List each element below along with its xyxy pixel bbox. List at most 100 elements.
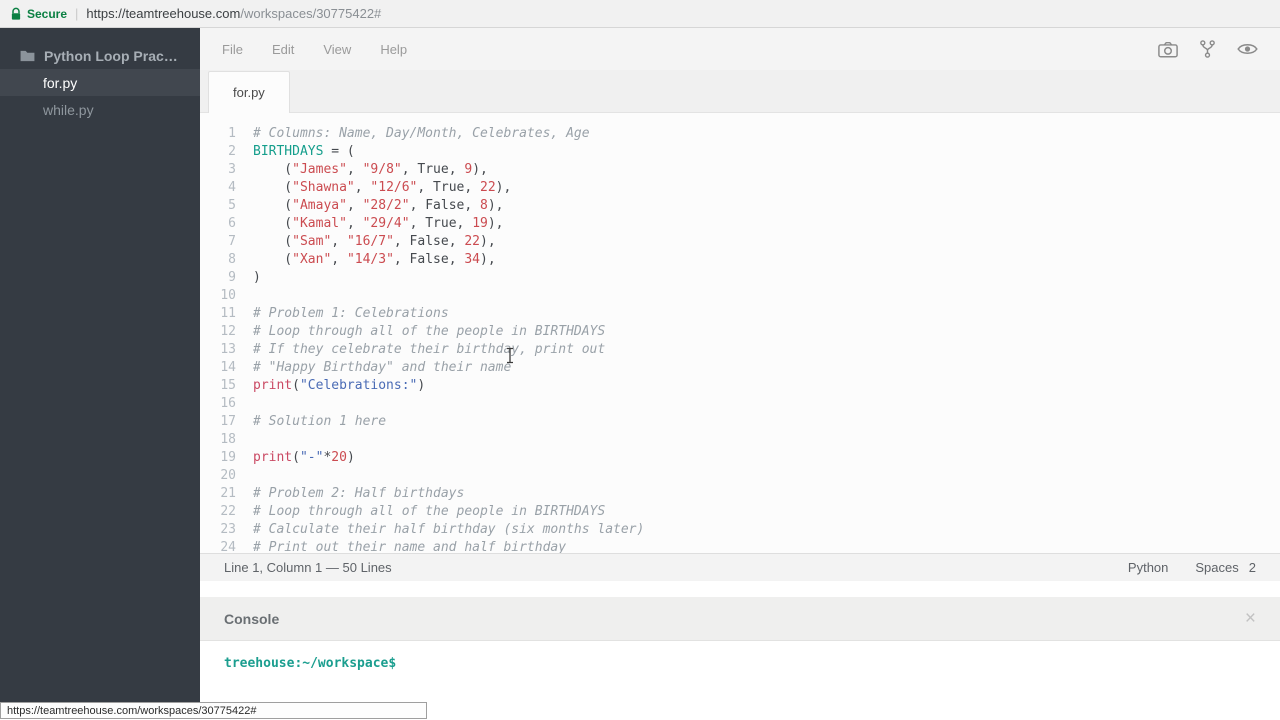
file-label: for.py — [43, 75, 77, 91]
line-number: 21 — [200, 485, 236, 503]
code-token: = ( — [323, 144, 354, 159]
code-token: , — [347, 198, 363, 213]
code-line[interactable]: 22# Loop through all of the people in BI… — [200, 503, 1280, 521]
code-token: 9 — [464, 162, 472, 177]
file-label: while.py — [43, 102, 94, 118]
code-token: ) — [253, 270, 261, 285]
code-line[interactable]: 11# Problem 1: Celebrations — [200, 305, 1280, 323]
tab-for-py[interactable]: for.py — [208, 71, 290, 113]
code-line[interactable]: 18 — [200, 431, 1280, 449]
code-line[interactable]: 5 ("Amaya", "28/2", False, 8), — [200, 197, 1280, 215]
code-token: "-" — [300, 450, 323, 465]
line-number: 2 — [200, 143, 236, 161]
url-path: /workspaces/30775422# — [240, 6, 381, 21]
sidebar-file-for-py[interactable]: for.py — [0, 69, 200, 96]
code-token: ), — [488, 198, 504, 213]
code-line[interactable]: 3 ("James", "9/8", True, 9), — [200, 161, 1280, 179]
status-link-preview: https://teamtreehouse.com/workspaces/307… — [0, 702, 427, 719]
line-number: 12 — [200, 323, 236, 341]
code-line[interactable]: 10 — [200, 287, 1280, 305]
snapshot-camera-icon[interactable] — [1158, 41, 1178, 58]
code-token: ), — [480, 234, 496, 249]
code-token: # If they celebrate their birthday, prin… — [253, 342, 605, 357]
code-line[interactable]: 2BIRTHDAYS = ( — [200, 143, 1280, 161]
cursor-position-status: Line 1, Column 1 — 50 Lines — [224, 560, 392, 575]
line-number: 1 — [200, 125, 236, 143]
code-line[interactable]: 7 ("Sam", "16/7", False, 22), — [200, 233, 1280, 251]
menu-file[interactable]: File — [222, 42, 243, 57]
code-token: ) — [347, 450, 355, 465]
tab-bar: for.py — [200, 70, 1280, 113]
code-text: ("Amaya", "28/2", False, 8), — [236, 197, 504, 215]
code-line[interactable]: 16 — [200, 395, 1280, 413]
language-selector[interactable]: Python — [1128, 560, 1168, 575]
sidebar-file-while-py[interactable]: while.py — [0, 96, 200, 123]
line-number: 18 — [200, 431, 236, 449]
code-line[interactable]: 19print("-"*20) — [200, 449, 1280, 467]
code-token: # Solution 1 here — [253, 414, 386, 429]
code-text: # Solution 1 here — [236, 413, 386, 431]
toolbar-icons — [1158, 40, 1258, 58]
fork-icon[interactable] — [1200, 40, 1215, 58]
code-token: ( — [253, 198, 292, 213]
code-token: 20 — [331, 450, 347, 465]
console-close-icon[interactable]: × — [1245, 609, 1256, 628]
code-line[interactable]: 15print("Celebrations:") — [200, 377, 1280, 395]
code-token: , — [347, 216, 363, 231]
console-header: Console × — [200, 597, 1280, 641]
code-text: # Loop through all of the people in BIRT… — [236, 503, 605, 521]
code-line[interactable]: 1# Columns: Name, Day/Month, Celebrates,… — [200, 125, 1280, 143]
code-line[interactable]: 14# "Happy Birthday" and their name — [200, 359, 1280, 377]
address-bar-divider: | — [75, 6, 78, 21]
spaces-label: Spaces — [1195, 560, 1238, 575]
code-text: # Loop through all of the people in BIRT… — [236, 323, 605, 341]
code-token: # Loop through all of the people in BIRT… — [253, 504, 605, 519]
menu-view[interactable]: View — [323, 42, 351, 57]
code-line[interactable]: 20 — [200, 467, 1280, 485]
code-token: , False, — [410, 198, 480, 213]
code-text: # Problem 2: Half birthdays — [236, 485, 464, 503]
code-text: # Columns: Name, Day/Month, Celebrates, … — [236, 125, 590, 143]
code-line[interactable]: 13# If they celebrate their birthday, pr… — [200, 341, 1280, 359]
code-line[interactable]: 23# Calculate their half birthday (six m… — [200, 521, 1280, 539]
code-text: # "Happy Birthday" and their name — [236, 359, 511, 377]
code-text: ("Xan", "14/3", False, 34), — [236, 251, 496, 269]
menu-bar: File Edit View Help — [200, 28, 1280, 70]
folder-icon — [20, 50, 35, 62]
url-text[interactable]: https://teamtreehouse.com/workspaces/307… — [86, 6, 381, 21]
line-number: 24 — [200, 539, 236, 553]
code-line[interactable]: 6 ("Kamal", "29/4", True, 19), — [200, 215, 1280, 233]
code-line[interactable]: 4 ("Shawna", "12/6", True, 22), — [200, 179, 1280, 197]
code-token: ), — [472, 162, 488, 177]
browser-address-bar[interactable]: Secure | https://teamtreehouse.com/works… — [0, 0, 1280, 28]
code-text: ("Sam", "16/7", False, 22), — [236, 233, 496, 251]
code-line[interactable]: 24# Print out their name and half birthd… — [200, 539, 1280, 553]
menu-edit[interactable]: Edit — [272, 42, 294, 57]
code-line[interactable]: 9) — [200, 269, 1280, 287]
code-line[interactable]: 8 ("Xan", "14/3", False, 34), — [200, 251, 1280, 269]
code-token: 22 — [480, 180, 496, 195]
code-token: # Problem 1: Celebrations — [253, 306, 449, 321]
code-token: ( — [292, 450, 300, 465]
spaces-value: 2 — [1249, 560, 1256, 575]
code-line[interactable]: 12# Loop through all of the people in BI… — [200, 323, 1280, 341]
sidebar-folder-python-loop-practice[interactable]: Python Loop Prac… — [0, 42, 200, 69]
folder-label: Python Loop Prac… — [44, 48, 178, 64]
code-token: # Problem 2: Half birthdays — [253, 486, 464, 501]
code-token: "Kamal" — [292, 216, 347, 231]
code-token: "Amaya" — [292, 198, 347, 213]
page: Secure | https://teamtreehouse.com/works… — [0, 0, 1280, 720]
code-token: ( — [253, 180, 292, 195]
menu-help[interactable]: Help — [380, 42, 407, 57]
code-token: "Xan" — [292, 252, 331, 267]
code-line[interactable]: 21 # Problem 2: Half birthdays — [200, 485, 1280, 503]
preview-eye-icon[interactable] — [1237, 42, 1258, 56]
line-number: 14 — [200, 359, 236, 377]
code-line[interactable]: 17# Solution 1 here — [200, 413, 1280, 431]
code-editor[interactable]: 1# Columns: Name, Day/Month, Celebrates,… — [200, 113, 1280, 553]
line-number: 5 — [200, 197, 236, 215]
indentation-selector[interactable]: Spaces 2 — [1195, 560, 1256, 575]
code-token: ( — [253, 162, 292, 177]
code-token: , False, — [394, 234, 464, 249]
code-token: ), — [480, 252, 496, 267]
